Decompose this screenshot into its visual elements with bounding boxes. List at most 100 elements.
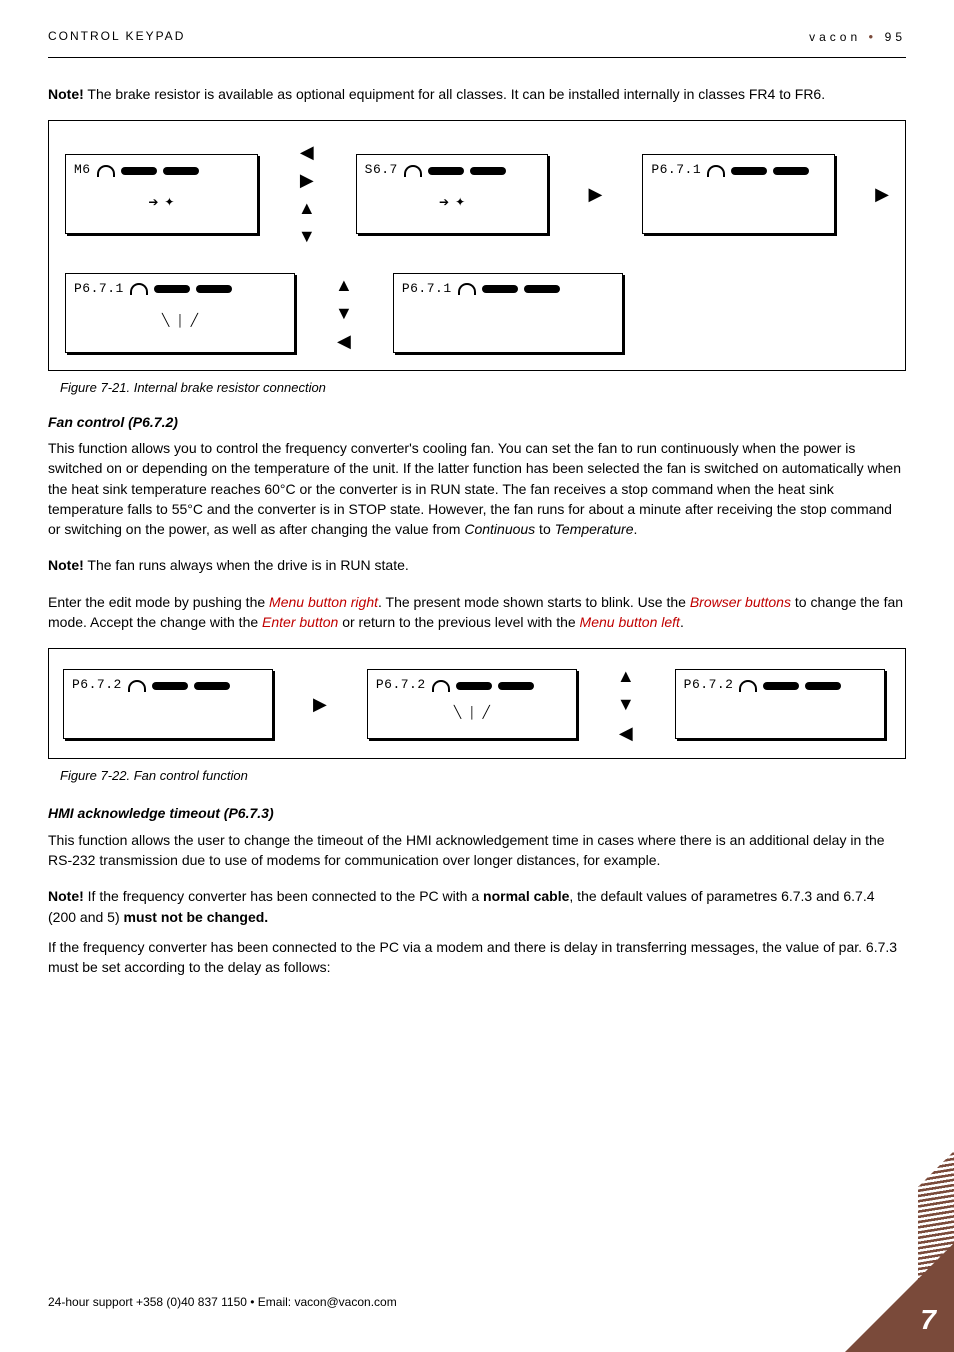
fan-description: This function allows you to control the … <box>48 438 906 539</box>
bar-icon <box>194 682 230 690</box>
page-header: CONTROL KEYPAD vacon • 95 <box>0 0 954 53</box>
arc-icon <box>739 680 757 692</box>
note-label: Note! <box>48 86 84 102</box>
note-body: The brake resistor is available as optio… <box>84 86 825 102</box>
note-para-2: Note! The fan runs always when the drive… <box>48 555 906 575</box>
arrow-up-icon: ▲ <box>617 663 635 689</box>
italic-word: Continuous <box>464 521 535 537</box>
arrow-down-icon: ▼ <box>617 691 635 717</box>
italic-word: Temperature <box>555 521 634 537</box>
page-footer: 24-hour support +358 (0)40 837 1150 • Em… <box>48 1294 954 1311</box>
arc-icon <box>404 165 422 177</box>
arc-icon <box>707 165 725 177</box>
section-heading-fan: Fan control (P6.7.2) <box>48 412 906 432</box>
display-box: P6.7.1 <box>393 273 623 353</box>
header-left: CONTROL KEYPAD <box>48 28 185 47</box>
figure-row: P6.7.2 ▶ P6.7.2 ╲ │ ╱ <box>63 663 891 745</box>
arc-icon <box>128 680 146 692</box>
para-text: or return to the previous level with the <box>338 614 579 630</box>
arrow-left-icon: ◀ <box>337 328 351 354</box>
arrow-up-icon: ▲ <box>298 195 316 221</box>
arrow-right-icon: ➔ <box>148 195 158 212</box>
arc-icon <box>97 165 115 177</box>
bar-icon <box>154 285 190 293</box>
arrow-right-icon: ➔ <box>439 195 449 212</box>
figure-7-22: P6.7.2 ▶ P6.7.2 ╲ │ ╱ <box>48 648 906 758</box>
bar-icon <box>805 682 841 690</box>
para-text: . <box>680 614 684 630</box>
figure-caption-2: Figure 7-22. Fan control function <box>60 767 906 786</box>
bar-icon <box>498 682 534 690</box>
bar-icon <box>428 167 464 175</box>
link-enter-button[interactable]: Enter button <box>262 614 338 630</box>
plus-icon: ✦ <box>164 195 174 212</box>
para-text: to <box>535 521 554 537</box>
nav-arrows: ▶ <box>313 691 327 717</box>
nav-arrows: ◀ ▶ ▲ ▼ <box>298 139 316 249</box>
display-label: P6.7.2 <box>684 676 734 695</box>
display-box: M6 ➔ ✦ <box>65 154 258 234</box>
tick-icon: ╲ │ ╱ <box>162 313 198 330</box>
arrow-left-icon: ◀ <box>619 720 633 746</box>
arrow-right-icon: ▶ <box>313 691 327 717</box>
plus-icon: ✦ <box>455 195 465 212</box>
bar-icon <box>121 167 157 175</box>
bullet-icon: • <box>868 29 884 44</box>
arrow-right-icon: ▶ <box>300 167 314 193</box>
note-label: Note! <box>48 557 84 573</box>
para-text: . The present mode shown starts to blink… <box>378 594 690 610</box>
figure-row-2: P6.7.1 ╲ │ ╱ ▲ ▼ ◀ P6.7.1 <box>65 272 889 354</box>
display-label: M6 <box>74 161 91 180</box>
page-num-header: 95 <box>885 30 906 44</box>
display-box: P6.7.2 <box>63 669 273 739</box>
para-text: Enter the edit mode by pushing the <box>48 594 269 610</box>
link-menu-left[interactable]: Menu button left <box>580 614 680 630</box>
hmi-description: This function allows the user to change … <box>48 830 906 871</box>
bar-icon <box>163 167 199 175</box>
tick-icon: ╲ │ ╱ <box>454 705 490 722</box>
bold-text: must not be changed. <box>124 909 269 925</box>
link-browser-buttons[interactable]: Browser buttons <box>690 594 791 610</box>
bar-icon <box>524 285 560 293</box>
header-right: vacon • 95 <box>809 28 906 47</box>
bar-icon <box>456 682 492 690</box>
arrow-up-icon: ▲ <box>335 272 353 298</box>
arrow-down-icon: ▼ <box>298 223 316 249</box>
figure-caption-1: Figure 7-21. Internal brake resistor con… <box>60 379 906 398</box>
arc-icon <box>130 283 148 295</box>
bold-text: normal cable <box>483 888 569 904</box>
nav-arrows: ▲ ▼ ◀ <box>335 272 353 354</box>
edit-mode-para: Enter the edit mode by pushing the Menu … <box>48 592 906 633</box>
note-para-1: Note! The brake resistor is available as… <box>48 84 906 104</box>
link-menu-right[interactable]: Menu button right <box>269 594 378 610</box>
nav-arrows: ▶ <box>875 181 889 207</box>
arc-icon <box>458 283 476 295</box>
display-box: P6.7.1 <box>642 154 835 234</box>
bar-icon <box>731 167 767 175</box>
display-box: P6.7.2 <box>675 669 885 739</box>
brand-text: vacon <box>809 30 861 44</box>
section-heading-hmi: HMI acknowledge timeout (P6.7.3) <box>48 803 906 823</box>
display-label: P6.7.1 <box>74 280 124 299</box>
arrow-down-icon: ▼ <box>335 300 353 326</box>
display-label: P6.7.1 <box>402 280 452 299</box>
note-label: Note! <box>48 888 84 904</box>
note-para-3: Note! If the frequency converter has bee… <box>48 886 906 927</box>
arrow-right-icon: ▶ <box>588 181 602 207</box>
display-label: S6.7 <box>365 161 398 180</box>
arrow-left-icon: ◀ <box>300 139 314 165</box>
display-box: P6.7.2 ╲ │ ╱ <box>367 669 577 739</box>
footer-text: 24-hour support +358 (0)40 837 1150 • Em… <box>48 1294 397 1311</box>
display-label: P6.7.1 <box>651 161 701 180</box>
content-area: Note! The brake resistor is available as… <box>0 58 954 978</box>
modem-para: If the frequency converter has been conn… <box>48 937 906 978</box>
display-label: P6.7.2 <box>376 676 426 695</box>
nav-arrows: ▶ <box>588 181 602 207</box>
display-box: P6.7.1 ╲ │ ╱ <box>65 273 295 353</box>
para-text: If the frequency converter has been conn… <box>84 888 483 904</box>
bar-icon <box>763 682 799 690</box>
figure-7-21: M6 ➔ ✦ ◀ ▶ ▲ ▼ S6.7 <box>48 120 906 371</box>
bar-icon <box>482 285 518 293</box>
page-number-corner: 7 <box>920 1300 936 1341</box>
figure-row-1: M6 ➔ ✦ ◀ ▶ ▲ ▼ S6.7 <box>65 139 889 249</box>
